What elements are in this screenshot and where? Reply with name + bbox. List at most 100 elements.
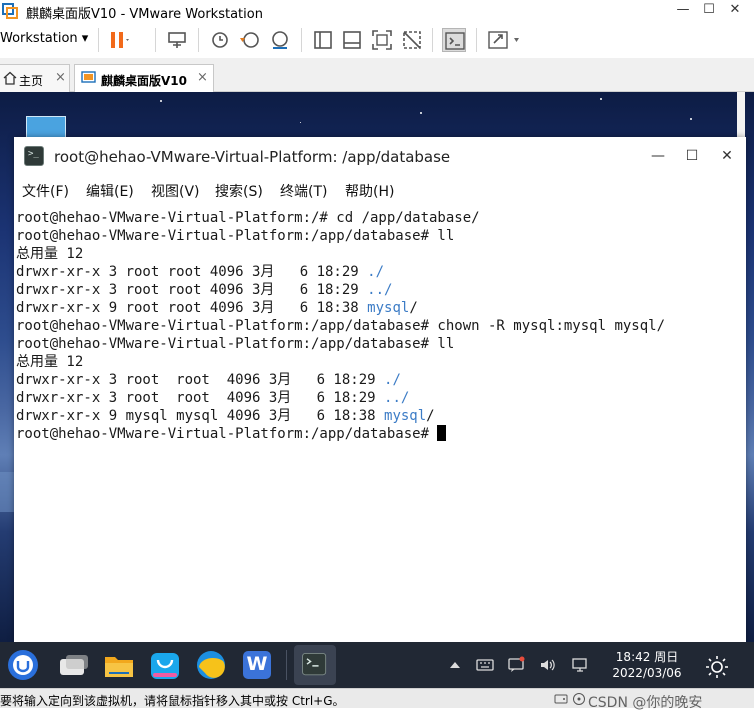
terminal-line: root@hehao-VMware-Virtual-Platform:/app/…: [16, 336, 455, 352]
pause-icon: [111, 32, 129, 48]
app-store-icon: [151, 653, 179, 679]
tab-home-label: 主页: [19, 74, 44, 88]
file-manager-button[interactable]: [101, 647, 137, 683]
tab-close-button[interactable]: ×: [197, 70, 208, 85]
full-screen-button[interactable]: [370, 28, 394, 52]
start-menu-button[interactable]: [5, 647, 41, 683]
toolbar-divider: [98, 28, 99, 52]
menu-search[interactable]: 搜索(S): [215, 181, 263, 201]
tab-vm-label: 麒麟桌面版V10: [101, 74, 187, 88]
vmware-title-bar: 麒麟桌面版V10 - VMware Workstation — ☐ ✕: [0, 0, 754, 22]
terminal-line: root@hehao-VMware-Virtual-Platform:/app/…: [16, 318, 666, 334]
clock-date[interactable]: 2022/03/06: [612, 666, 682, 680]
browser-icon: [197, 651, 225, 679]
revert-snapshot-button[interactable]: [238, 28, 262, 52]
browser-button[interactable]: [193, 647, 229, 683]
vm-icon: [81, 71, 96, 83]
arrow-up-icon[interactable]: [446, 656, 464, 674]
toolbar-divider: [432, 28, 433, 52]
clock-time[interactable]: 18:42 周日: [612, 648, 682, 665]
terminal-title: root@hehao-VMware-Virtual-Platform: /app…: [54, 148, 451, 166]
vm-tab-bar: 主页 × 麒麟桌面版V10 ×: [0, 58, 754, 92]
star: [600, 98, 602, 100]
menu-help[interactable]: 帮助(H): [345, 181, 394, 201]
menu-terminal[interactable]: 终端(T): [280, 181, 327, 201]
directory-name: ../: [384, 390, 410, 406]
terminal-prompt-line[interactable]: root@hehao-VMware-Virtual-Platform:/app/…: [16, 425, 447, 443]
workstation-menu[interactable]: Workstation ▾: [0, 31, 88, 46]
keyboard-icon[interactable]: [476, 656, 494, 674]
taskbar-divider: [286, 650, 287, 680]
star: [420, 112, 422, 114]
window-title: 麒麟桌面版V10 - VMware Workstation: [26, 7, 263, 22]
toolbar-divider: [301, 28, 302, 52]
minimize-button[interactable]: —: [670, 0, 696, 22]
snapshot-button[interactable]: [208, 28, 232, 52]
desktop-computer-icon[interactable]: [26, 116, 66, 138]
directory-name: ./: [367, 264, 385, 280]
show-library-button[interactable]: [311, 28, 335, 52]
terminal-maximize-button[interactable]: ☐: [682, 146, 702, 166]
keyboard-send-icon: [168, 32, 186, 48]
send-ctrl-alt-del-button[interactable]: [165, 28, 189, 52]
terminal-line: drwxr-xr-x 3 root root 4096 3月 6 18:29 .…: [16, 372, 401, 388]
cd-drive-icon[interactable]: [572, 692, 586, 706]
terminal-minimize-button[interactable]: —: [648, 146, 668, 166]
text-cursor: [437, 425, 447, 441]
terminal-output[interactable]: root@hehao-VMware-Virtual-Platform:/# cd…: [14, 207, 746, 643]
notification-icon[interactable]: [507, 656, 525, 674]
wps-office-button[interactable]: W: [239, 647, 275, 683]
network-icon[interactable]: [571, 656, 589, 674]
stretch-icon: [488, 31, 519, 49]
thumbnail-icon: [343, 31, 361, 49]
star: [300, 122, 301, 123]
terminal-title-bar[interactable]: >_ root@hehao-VMware-Virtual-Platform: /…: [14, 137, 746, 175]
stretch-guest-button[interactable]: [486, 28, 526, 52]
close-button[interactable]: ✕: [722, 0, 748, 22]
library-icon: [314, 31, 332, 49]
tab-close-button[interactable]: ×: [55, 70, 66, 85]
unity-icon: [403, 31, 421, 49]
start-menu-icon: [8, 650, 38, 680]
terminal-line: 总用量 12: [16, 246, 84, 262]
toolbar-divider: [476, 28, 477, 52]
terminal-close-button[interactable]: ✕: [717, 146, 737, 166]
multitask-view-button[interactable]: [56, 647, 92, 683]
directory-name: mysql: [367, 300, 410, 316]
revert-icon: [240, 32, 259, 48]
thumbnail-bar-button[interactable]: [340, 28, 364, 52]
menu-file[interactable]: 文件(F): [22, 181, 69, 201]
terminal-line: drwxr-xr-x 3 root root 4096 3月 6 18:29 .…: [16, 282, 393, 298]
terminal-taskbar-button[interactable]: [294, 645, 336, 685]
menu-view[interactable]: 视图(V): [151, 181, 200, 201]
hard-disk-icon[interactable]: [554, 692, 568, 706]
wps-letter: W: [246, 653, 268, 675]
volume-icon[interactable]: [539, 656, 557, 674]
vmware-toolbar: Workstation ▾: [0, 22, 754, 58]
terminal-line: root@hehao-VMware-Virtual-Platform:/app/…: [16, 228, 455, 244]
terminal-line: drwxr-xr-x 3 root root 4096 3月 6 18:29 .…: [16, 264, 385, 280]
maximize-button[interactable]: ☐: [696, 0, 722, 22]
vmware-status-bar: 要将输入定向到该虚拟机，请将鼠标指针移入其中或按 Ctrl+G。 CSDN @你…: [0, 688, 754, 711]
terminal-line: drwxr-xr-x 9 root root 4096 3月 6 18:38 m…: [16, 300, 418, 316]
full-screen-icon: [372, 30, 392, 50]
toolbar-divider: [198, 28, 199, 52]
menu-edit[interactable]: 编辑(E): [86, 181, 134, 201]
snapshot-manager-icon: [272, 31, 288, 49]
terminal-icon: [302, 653, 327, 676]
suspend-button[interactable]: [106, 28, 130, 52]
unity-mode-button[interactable]: [400, 28, 424, 52]
terminal-line: root@hehao-VMware-Virtual-Platform:/# cd…: [16, 210, 480, 226]
directory-name: ./: [384, 372, 401, 388]
app-store-button[interactable]: [147, 647, 183, 683]
status-message: 要将输入定向到该虚拟机，请将鼠标指针移入其中或按 Ctrl+G。: [0, 694, 345, 708]
watermark: CSDN @你的晚安: [588, 695, 703, 711]
console-icon: [445, 32, 465, 50]
file-manager-icon: [105, 657, 133, 677]
snapshot-manager-button[interactable]: [268, 28, 292, 52]
night-mode-icon[interactable]: [704, 654, 730, 680]
tab-home[interactable]: 主页 ×: [0, 64, 70, 92]
tab-vm[interactable]: 麒麟桌面版V10 ×: [74, 64, 214, 92]
console-view-button[interactable]: [442, 28, 466, 52]
terminal-window[interactable]: >_ root@hehao-VMware-Virtual-Platform: /…: [14, 137, 746, 643]
